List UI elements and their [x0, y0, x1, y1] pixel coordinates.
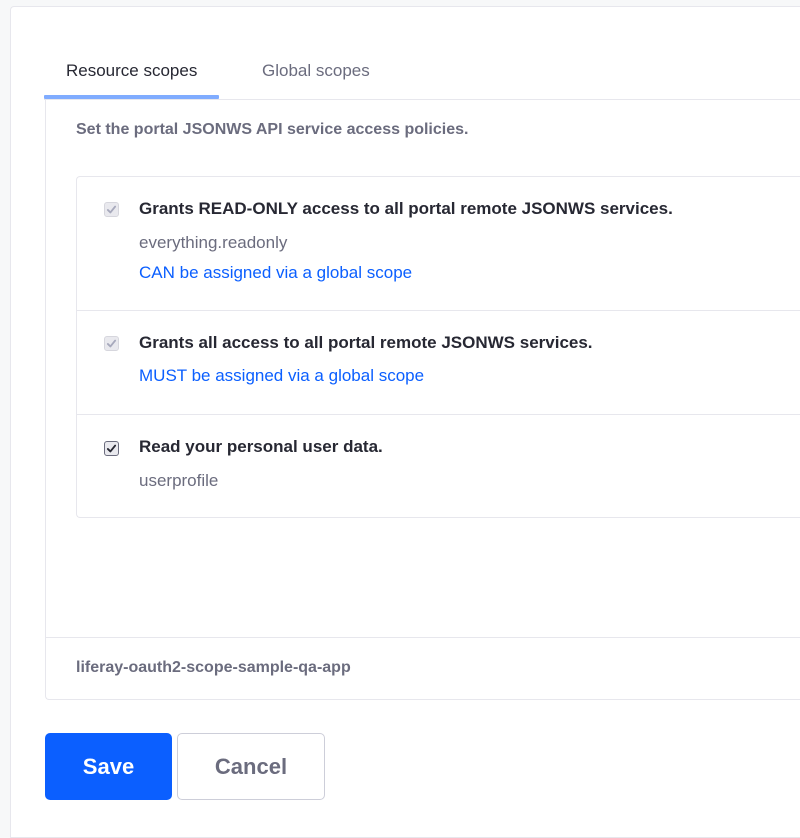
scope-global-link[interactable]: MUST be assigned via a global scope — [139, 366, 424, 386]
scope-name: userprofile — [139, 471, 219, 490]
tab-panel: Set the portal JSONWS API service access… — [45, 99, 800, 700]
scope-item: Read your personal user data. userprofil… — [77, 414, 800, 518]
scope-name: everything.readonly — [139, 233, 288, 252]
scope-title: Grants READ-ONLY access to all portal re… — [139, 199, 673, 218]
tab-global-scopes[interactable]: Global scopes — [240, 54, 392, 97]
scope-title: Read your personal user data. — [139, 437, 383, 456]
panel-footer: liferay-oauth2-scope-sample-qa-app — [46, 637, 800, 700]
scope-checkbox[interactable] — [104, 202, 119, 217]
scope-item: Grants READ-ONLY access to all portal re… — [77, 177, 800, 310]
check-icon — [106, 444, 117, 453]
scope-item: Grants all access to all portal remote J… — [77, 310, 800, 415]
scope-tabs: Resource scopes Global scopes — [44, 54, 800, 100]
check-icon — [106, 205, 117, 214]
scope-title: Grants all access to all portal remote J… — [139, 333, 593, 352]
cancel-button[interactable]: Cancel — [177, 733, 325, 800]
scope-global-link[interactable]: CAN be assigned via a global scope — [139, 263, 412, 283]
scope-checkbox[interactable] — [104, 441, 119, 456]
save-button[interactable]: Save — [45, 733, 172, 800]
panel-description: Set the portal JSONWS API service access… — [76, 121, 469, 138]
check-icon — [106, 339, 117, 348]
tab-resource-scopes[interactable]: Resource scopes — [44, 54, 220, 99]
scope-checkbox[interactable] — [104, 336, 119, 351]
application-name: liferay-oauth2-scope-sample-qa-app — [76, 659, 351, 676]
scope-list: Grants READ-ONLY access to all portal re… — [76, 176, 800, 518]
